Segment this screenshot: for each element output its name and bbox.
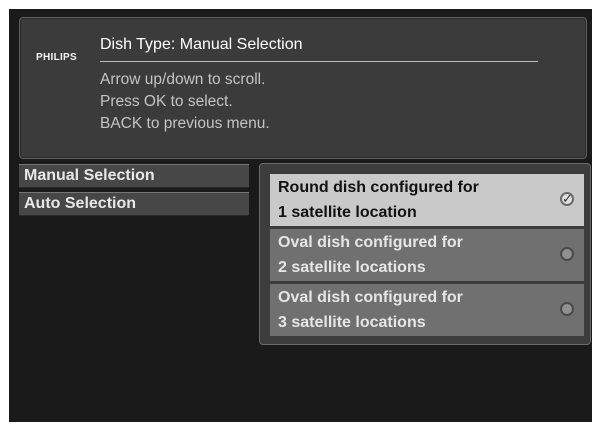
option-round-dish-1-location[interactable]: Round dish configured for 1 satellite lo… [270, 174, 584, 226]
empty-radio-icon [560, 247, 574, 261]
empty-radio-icon [560, 302, 574, 316]
nav-item-manual-selection[interactable]: Manual Selection [19, 164, 249, 188]
page-title: Dish Type: Manual Selection [100, 36, 303, 53]
option-line-1: Round dish configured for [278, 179, 479, 196]
title-divider [100, 61, 538, 62]
dish-options-panel: Round dish configured for 1 satellite lo… [259, 163, 591, 345]
option-line-1: Oval dish configured for [278, 289, 463, 306]
option-oval-dish-2-locations[interactable]: Oval dish configured for 2 satellite loc… [270, 229, 584, 281]
option-line-2: 2 satellite locations [278, 259, 426, 276]
instruction-back: BACK to previous menu. [100, 115, 270, 132]
option-line-2: 3 satellite locations [278, 314, 426, 331]
option-line-2: 1 satellite location [278, 204, 417, 221]
brand-logo: PHILIPS [36, 52, 77, 63]
check-radio-icon: ✓ [560, 191, 574, 206]
instruction-scroll: Arrow up/down to scroll. [100, 71, 266, 88]
option-oval-dish-3-locations[interactable]: Oval dish configured for 3 satellite loc… [270, 284, 584, 336]
nav-item-auto-selection[interactable]: Auto Selection [19, 192, 249, 216]
instruction-select: Press OK to select. [100, 93, 233, 110]
tv-screen: PHILIPS Dish Type: Manual Selection Arro… [9, 9, 592, 422]
option-line-1: Oval dish configured for [278, 234, 463, 251]
header-panel: PHILIPS Dish Type: Manual Selection Arro… [19, 17, 587, 159]
